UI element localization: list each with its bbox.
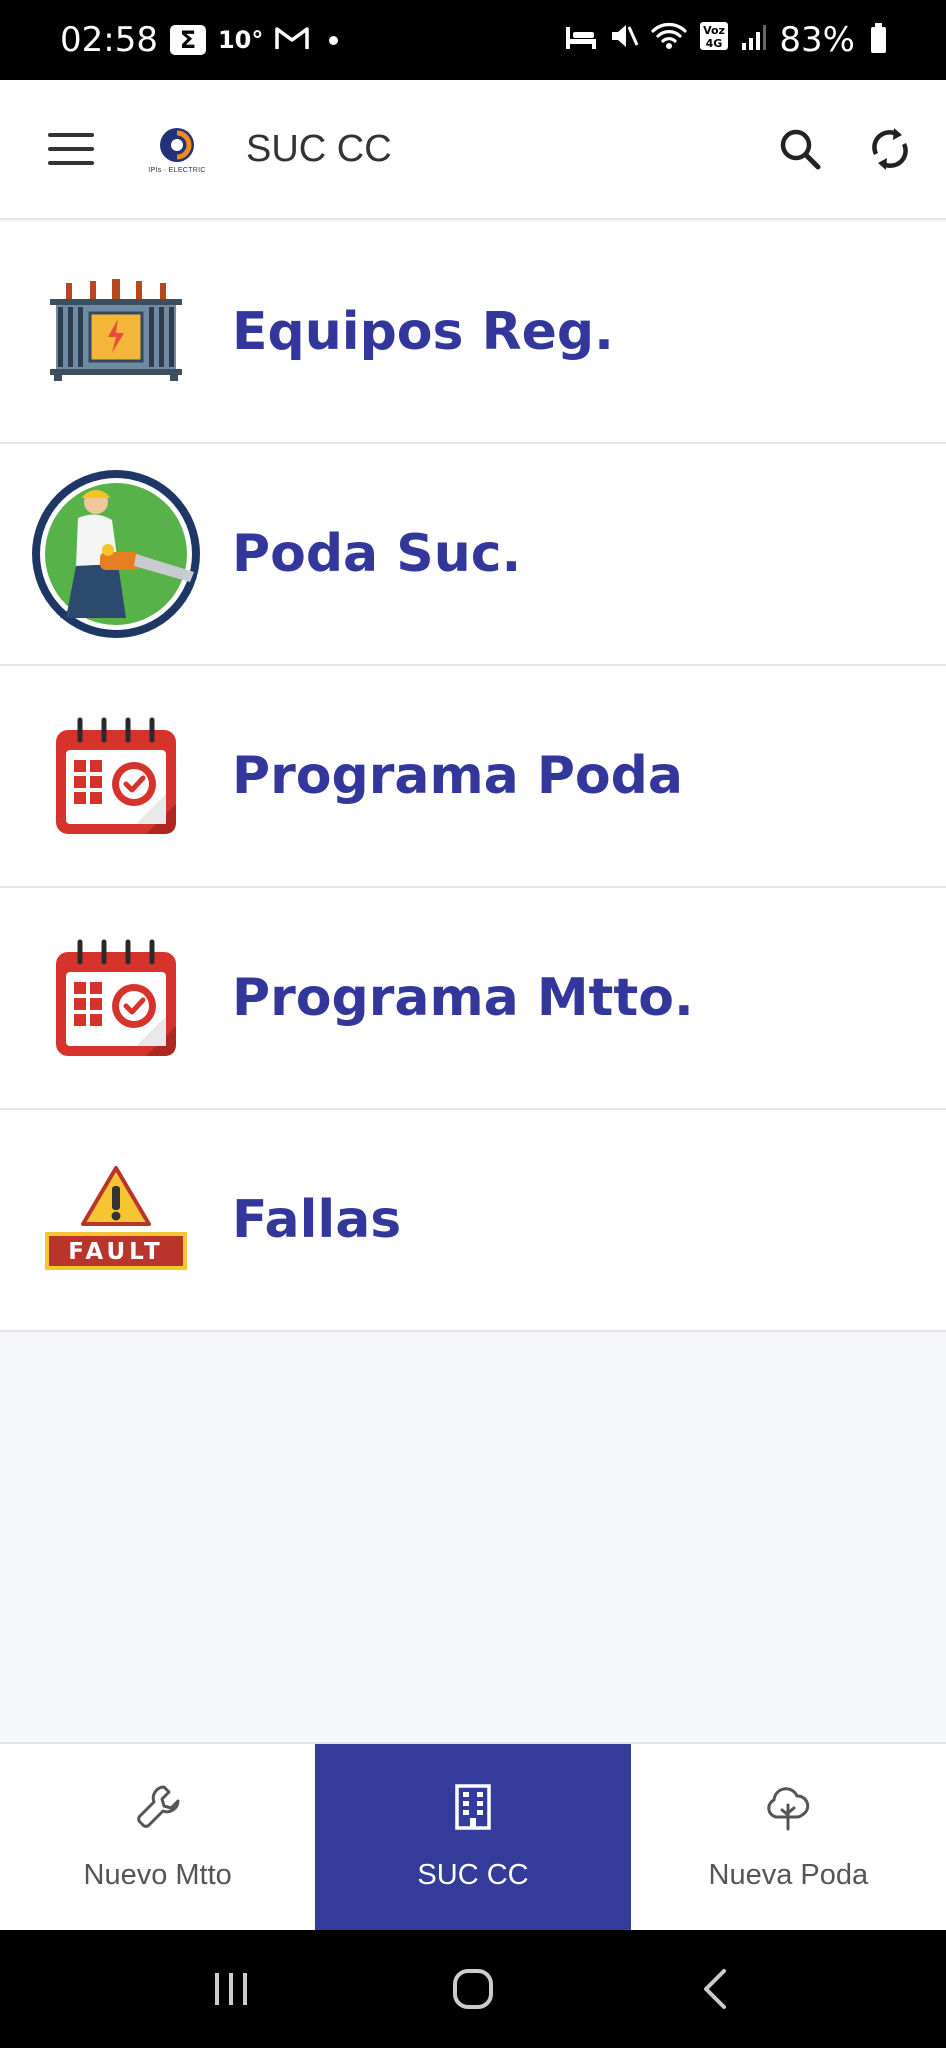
temperature: 10° (217, 26, 264, 54)
menu-item-fallas[interactable]: FAULT Fallas (0, 1110, 946, 1332)
calendar-icon (26, 686, 206, 866)
battery-percent: 83% (779, 20, 855, 60)
menu-item-programa-mtto[interactable]: Programa Mtto. (0, 888, 946, 1110)
chainsaw-worker-icon (26, 464, 206, 644)
bed-icon (565, 20, 597, 60)
menu-item-label: Fallas (232, 1190, 402, 1250)
menu-item-equipos-reg[interactable]: Equipos Reg. (0, 222, 946, 444)
sigma-icon: Σ (169, 25, 206, 55)
volte-icon: Voz 4G (699, 20, 729, 60)
nav-nuevo-mtto[interactable]: Nuevo Mtto (0, 1744, 315, 1930)
hamburger-icon (48, 133, 94, 165)
building-icon (455, 1783, 491, 1830)
back-icon (704, 1969, 726, 2009)
home-button[interactable] (428, 1944, 518, 2034)
system-nav-bar (0, 1930, 946, 2048)
recents-button[interactable] (186, 1944, 276, 2034)
sync-button[interactable] (848, 107, 932, 191)
tree-icon (767, 1786, 810, 1830)
menu-item-label: Poda Suc. (232, 524, 522, 584)
menu-item-label: Programa Poda (232, 746, 683, 806)
menu-item-label: Equipos Reg. (232, 302, 614, 362)
app-bar: IPIs · ELECTRIC SUC CC (0, 80, 946, 220)
nav-nueva-poda[interactable]: Nueva Poda (631, 1744, 946, 1930)
menu-item-poda-suc[interactable]: Poda Suc. (0, 444, 946, 666)
sync-icon (872, 128, 908, 170)
fault-warning-icon: FAULT (26, 1130, 206, 1310)
menu-item-programa-poda[interactable]: Programa Poda (0, 666, 946, 888)
battery-icon (871, 23, 886, 53)
page-title: SUC CC (246, 127, 392, 170)
nav-label: Nuevo Mtto (83, 1858, 232, 1891)
gmail-icon (275, 20, 310, 60)
clock: 02:58 (60, 20, 158, 60)
hamburger-menu-button[interactable] (26, 104, 116, 194)
transformer-icon (26, 242, 206, 422)
search-button[interactable] (758, 107, 842, 191)
calendar-icon (26, 908, 206, 1088)
notification-dot (329, 35, 339, 45)
home-icon (453, 1969, 493, 2009)
menu-list: Equipos Reg. Poda Suc. Programa Poda Pro… (0, 222, 946, 1332)
volte-text: Voz (703, 24, 725, 37)
recents-icon (215, 1973, 247, 2005)
status-bar: 02:58 Σ 10° Voz 4G 83% (0, 0, 946, 80)
nav-label: SUC CC (417, 1858, 529, 1891)
bottom-nav: Nuevo Mtto SUC CC Nueva Poda (0, 1742, 946, 1930)
wifi-icon (651, 20, 688, 60)
menu-item-label: Programa Mtto. (232, 968, 694, 1028)
fault-badge-text: FAULT (68, 1239, 163, 1265)
search-icon (780, 129, 821, 170)
logo-text: IPIs · ELECTRIC (148, 166, 206, 174)
svg-text:4G: 4G (706, 37, 723, 50)
back-button[interactable] (670, 1944, 760, 2034)
app-logo: IPIs · ELECTRIC (142, 114, 212, 184)
mute-icon (609, 20, 639, 60)
signal-icon (741, 20, 767, 60)
nav-label: Nueva Poda (708, 1858, 869, 1891)
nav-suc-cc[interactable]: SUC CC (315, 1744, 631, 1930)
logo-icon (160, 127, 194, 162)
wrench-icon (136, 1785, 180, 1828)
